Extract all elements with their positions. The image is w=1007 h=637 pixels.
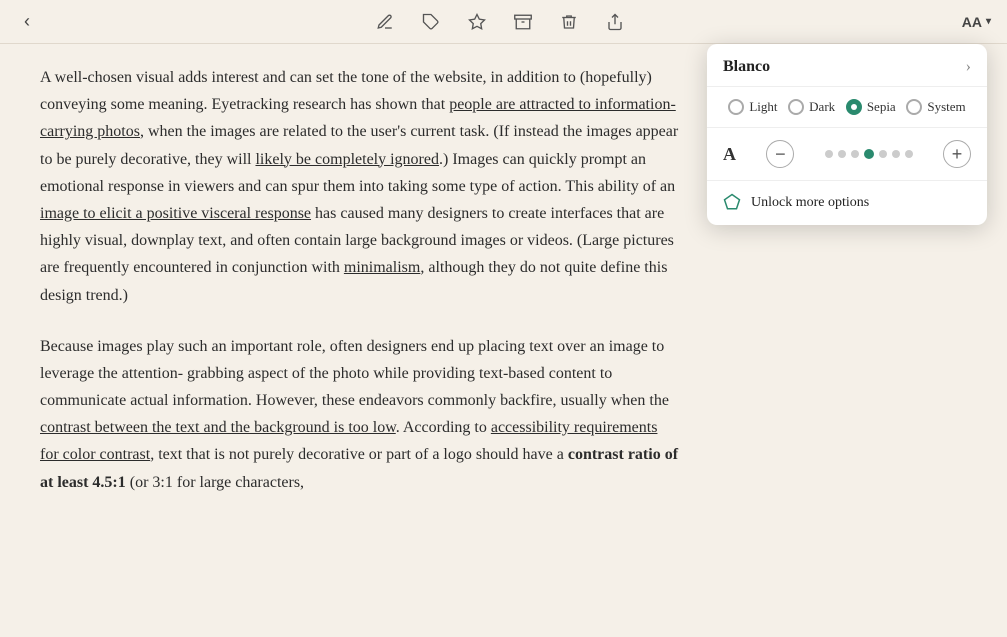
dot-2 xyxy=(838,150,846,158)
theme-option-dark[interactable]: Dark xyxy=(788,99,835,115)
radio-sepia[interactable] xyxy=(846,99,862,115)
radio-dark[interactable] xyxy=(788,99,804,115)
theme-option-sepia[interactable]: Sepia xyxy=(846,99,896,115)
trash-icon[interactable] xyxy=(556,9,582,35)
article-content: A well-chosen visual adds interest and c… xyxy=(0,44,720,540)
share-icon[interactable] xyxy=(602,9,628,35)
theme-sepia-label: Sepia xyxy=(867,99,896,115)
popup-title: Blanco xyxy=(723,58,770,76)
popup-header: Blanco › xyxy=(707,44,987,87)
radio-light[interactable] xyxy=(728,99,744,115)
theme-selector-row: Light Dark Sepia System xyxy=(707,87,987,128)
font-size-row: A − + xyxy=(707,128,987,181)
link-minimalism[interactable]: minimalism xyxy=(344,259,420,276)
theme-option-light[interactable]: Light xyxy=(728,99,777,115)
font-size-letter: A xyxy=(723,144,736,165)
paragraph-2: Because images play such an important ro… xyxy=(40,333,680,496)
link-people-attracted[interactable]: people are attracted to information-carr… xyxy=(40,96,676,140)
dot-3 xyxy=(851,150,859,158)
tag-icon[interactable] xyxy=(418,9,444,35)
radio-system[interactable] xyxy=(906,99,922,115)
diamond-icon xyxy=(723,193,743,213)
toolbar-right: AA ▾ xyxy=(962,14,991,30)
back-button[interactable]: ‹ xyxy=(16,7,38,36)
paragraph-1: A well-chosen visual adds interest and c… xyxy=(40,64,680,309)
dot-1 xyxy=(825,150,833,158)
chevron-down-icon: ▾ xyxy=(986,16,991,27)
aa-label: AA xyxy=(962,14,982,30)
theme-light-label: Light xyxy=(749,99,777,115)
dot-6 xyxy=(892,150,900,158)
theme-option-system[interactable]: System xyxy=(906,99,965,115)
inbox-icon[interactable] xyxy=(510,9,536,35)
unlock-label: Unlock more options xyxy=(751,195,869,211)
dot-7 xyxy=(905,150,913,158)
font-increase-button[interactable]: + xyxy=(943,140,971,168)
link-likely-ignored[interactable]: likely be completely ignored xyxy=(255,151,439,168)
theme-system-label: System xyxy=(927,99,965,115)
theme-dark-label: Dark xyxy=(809,99,835,115)
settings-popup: Blanco › Light Dark Sepia System A − xyxy=(707,44,987,225)
popup-chevron-icon[interactable]: › xyxy=(966,58,971,76)
dot-5 xyxy=(879,150,887,158)
unlock-row[interactable]: Unlock more options xyxy=(707,181,987,225)
toolbar: ‹ xyxy=(0,0,1007,44)
dot-4-active xyxy=(864,149,874,159)
font-decrease-button[interactable]: − xyxy=(766,140,794,168)
link-elicit-response[interactable]: image to elicit a positive visceral resp… xyxy=(40,205,311,222)
pen-icon[interactable] xyxy=(372,9,398,35)
link-contrast[interactable]: contrast between the text and the backgr… xyxy=(40,419,396,436)
font-size-dots xyxy=(825,149,913,159)
toolbar-left: ‹ xyxy=(16,7,38,36)
toolbar-center xyxy=(372,9,628,35)
star-icon[interactable] xyxy=(464,9,490,35)
aa-button[interactable]: AA ▾ xyxy=(962,14,991,30)
